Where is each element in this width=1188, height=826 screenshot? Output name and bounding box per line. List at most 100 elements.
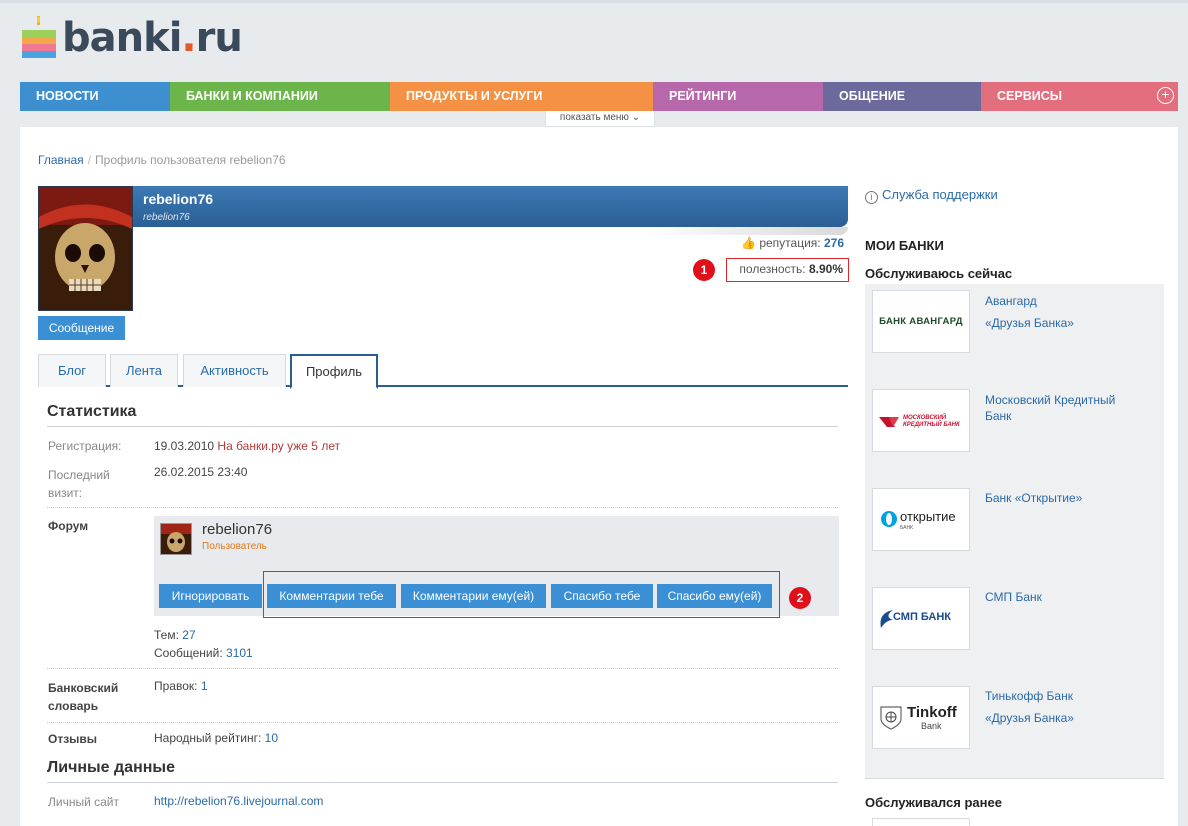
- forum-username[interactable]: rebelion76: [202, 521, 272, 538]
- profile-login: rebelion76: [143, 212, 190, 223]
- breadcrumb-current: Профиль пользователя rebelion76: [95, 153, 286, 167]
- tinkoff-logo-sub: Bank: [921, 721, 942, 731]
- bank-name-otkritie[interactable]: Банк «Открытие»: [985, 490, 1155, 506]
- reputation-value[interactable]: 276: [824, 236, 844, 250]
- breadcrumb: Главная / Профиль пользователя rebelion76: [38, 153, 286, 167]
- usefulness: полезность: 8.90%: [726, 258, 849, 282]
- last-visit-label-line1: Последний: [48, 468, 110, 482]
- personal-divider: [47, 782, 838, 783]
- menu-item-services[interactable]: СЕРВИСЫ: [981, 82, 1178, 111]
- forum-role: Пользователь: [202, 541, 267, 552]
- info-icon: i: [865, 191, 878, 204]
- bank-name-avangard[interactable]: Авангард: [985, 293, 1155, 309]
- last-visit-label-line2: визит:: [48, 486, 83, 500]
- bank-name-tinkoff[interactable]: Тинькофф Банк: [985, 688, 1155, 704]
- usefulness-label: полезность:: [739, 262, 806, 276]
- tinkoff-logo-text: Tinkoff: [907, 704, 957, 721]
- site-label: Личный сайт: [48, 795, 119, 809]
- row-separator: [47, 722, 838, 723]
- mkb-logo-text: МОСКОВСКИЙ КРЕДИТНЫЙ БАНК: [903, 415, 960, 429]
- main-menu: НОВОСТИ БАНКИ И КОМПАНИИ ПРОДУКТЫ И УСЛУ…: [20, 82, 1178, 111]
- logo-dot: .: [181, 15, 196, 61]
- usefulness-value: 8.90%: [808, 262, 843, 276]
- otkritie-logo-icon: [881, 511, 897, 527]
- cake-icon: [20, 16, 58, 60]
- menu-expand-plus-icon[interactable]: +: [1157, 87, 1174, 104]
- people-rating: Народный рейтинг: 10: [154, 729, 278, 747]
- mkb-logo-text-line2: КРЕДИТНЫЙ БАНК: [903, 422, 960, 428]
- tab-profile[interactable]: Профиль: [290, 354, 378, 389]
- bank-name-smp[interactable]: СМП Банк: [985, 589, 1155, 605]
- message-button[interactable]: Сообщение: [38, 316, 125, 340]
- reviews-label: Отзывы: [48, 732, 98, 746]
- bank-logo-tinkoff[interactable]: Tinkoff Bank: [872, 686, 970, 749]
- menu-item-ratings[interactable]: РЕЙТИНГИ: [653, 82, 823, 111]
- menu-item-community[interactable]: ОБЩЕНИЕ: [823, 82, 981, 111]
- bank-logo-avangard[interactable]: БАНК АВАНГАРД: [872, 290, 970, 353]
- last-visit-value: 26.02.2015 23:40: [154, 465, 248, 479]
- logo-tld: ru: [195, 15, 243, 61]
- bank-name-mkb[interactable]: Московский Кредитный Банк: [985, 392, 1145, 424]
- bank-sub-avangard[interactable]: «Друзья Банка»: [985, 316, 1074, 330]
- site-link[interactable]: http://rebelion76.livejournal.com: [154, 792, 323, 810]
- last-visit-label: Последний визит:: [48, 466, 110, 502]
- registration-date: 19.03.2010: [154, 439, 215, 453]
- marker-2: 2: [789, 587, 811, 609]
- reputation: 👍 репутация: 276: [741, 236, 844, 250]
- thumbs-up-icon: 👍: [741, 236, 756, 250]
- reputation-label: репутация:: [759, 236, 821, 250]
- tab-blog[interactable]: Блог: [38, 354, 106, 387]
- ignore-button[interactable]: Игнорировать: [159, 584, 262, 608]
- my-banks-title: МОИ БАНКИ: [865, 238, 944, 253]
- support-link[interactable]: i Служба поддержки: [865, 187, 998, 204]
- breadcrumb-home[interactable]: Главная: [38, 153, 84, 167]
- registration-note: На банки.ру уже 5 лет: [217, 439, 341, 453]
- top-divider: [0, 0, 1188, 3]
- profile-tabs: Блог Лента Активность Профиль: [38, 354, 848, 389]
- menu-item-products[interactable]: ПРОДУКТЫ И УСЛУГИ: [390, 82, 653, 111]
- menu-item-news[interactable]: НОВОСТИ: [20, 82, 170, 111]
- avatar[interactable]: [38, 186, 133, 311]
- tinkoff-logo-icon: [880, 706, 902, 730]
- profile-name[interactable]: rebelion76: [143, 191, 213, 207]
- bank-sub-tinkoff[interactable]: «Друзья Банка»: [985, 711, 1074, 725]
- support-label: Служба поддержки: [882, 187, 998, 202]
- registration-value: 19.03.2010 На банки.ру уже 5 лет: [154, 437, 340, 455]
- smp-logo-text: СМП БАНК: [893, 611, 952, 623]
- bank-logo-avangard-text: БАНК АВАНГАРД: [879, 316, 963, 327]
- otkritie-logo-text: открытие: [900, 509, 956, 524]
- otkritie-logo-sub: БАНК: [900, 525, 914, 531]
- personal-title: Личные данные: [47, 759, 175, 776]
- menu-item-banks[interactable]: БАНКИ И КОМПАНИИ: [170, 82, 390, 111]
- messages-count: Сообщений: 3101: [154, 644, 253, 662]
- site-logo[interactable]: banki.ru: [20, 14, 243, 62]
- tab-feed[interactable]: Лента: [110, 354, 178, 387]
- messages-label: Сообщений:: [154, 646, 223, 660]
- messages-link[interactable]: 3101: [226, 646, 253, 660]
- topics-count: Тем: 27: [154, 626, 196, 644]
- topics-link[interactable]: 27: [182, 628, 195, 642]
- dictionary-label-line2: словарь: [48, 699, 99, 713]
- logo-name: banki: [62, 15, 182, 61]
- rating-link[interactable]: 10: [265, 731, 278, 745]
- sidebar-divider: [865, 778, 1164, 779]
- bank-logo-otkritie[interactable]: открытие БАНК: [872, 488, 970, 551]
- registration-label: Регистрация:: [48, 439, 122, 453]
- stats-divider: [47, 426, 838, 427]
- show-menu-button[interactable]: показать меню ⌄: [545, 111, 655, 127]
- marker-1: 1: [693, 259, 715, 281]
- bank-logo-former-partial: [872, 818, 970, 826]
- edits-label: Правок:: [154, 679, 198, 693]
- edits-link[interactable]: 1: [201, 679, 208, 693]
- stats-title: Статистика: [47, 403, 137, 420]
- tab-activity[interactable]: Активность: [183, 354, 286, 387]
- served-before-title: Обслуживался ранее: [865, 795, 1002, 810]
- chevron-down-icon: ⌄: [631, 112, 641, 123]
- mkb-logo-text-line1: МОСКОВСКИЙ: [903, 415, 947, 421]
- dictionary-label-line1: Банковский: [48, 681, 119, 695]
- bank-logo-smp[interactable]: СМП БАНК: [872, 587, 970, 650]
- edits-count: Правок: 1: [154, 677, 208, 695]
- forum-label: Форум: [48, 519, 89, 533]
- name-bar-shadow: [640, 227, 848, 235]
- bank-logo-mkb[interactable]: МОСКОВСКИЙ КРЕДИТНЫЙ БАНК: [872, 389, 970, 452]
